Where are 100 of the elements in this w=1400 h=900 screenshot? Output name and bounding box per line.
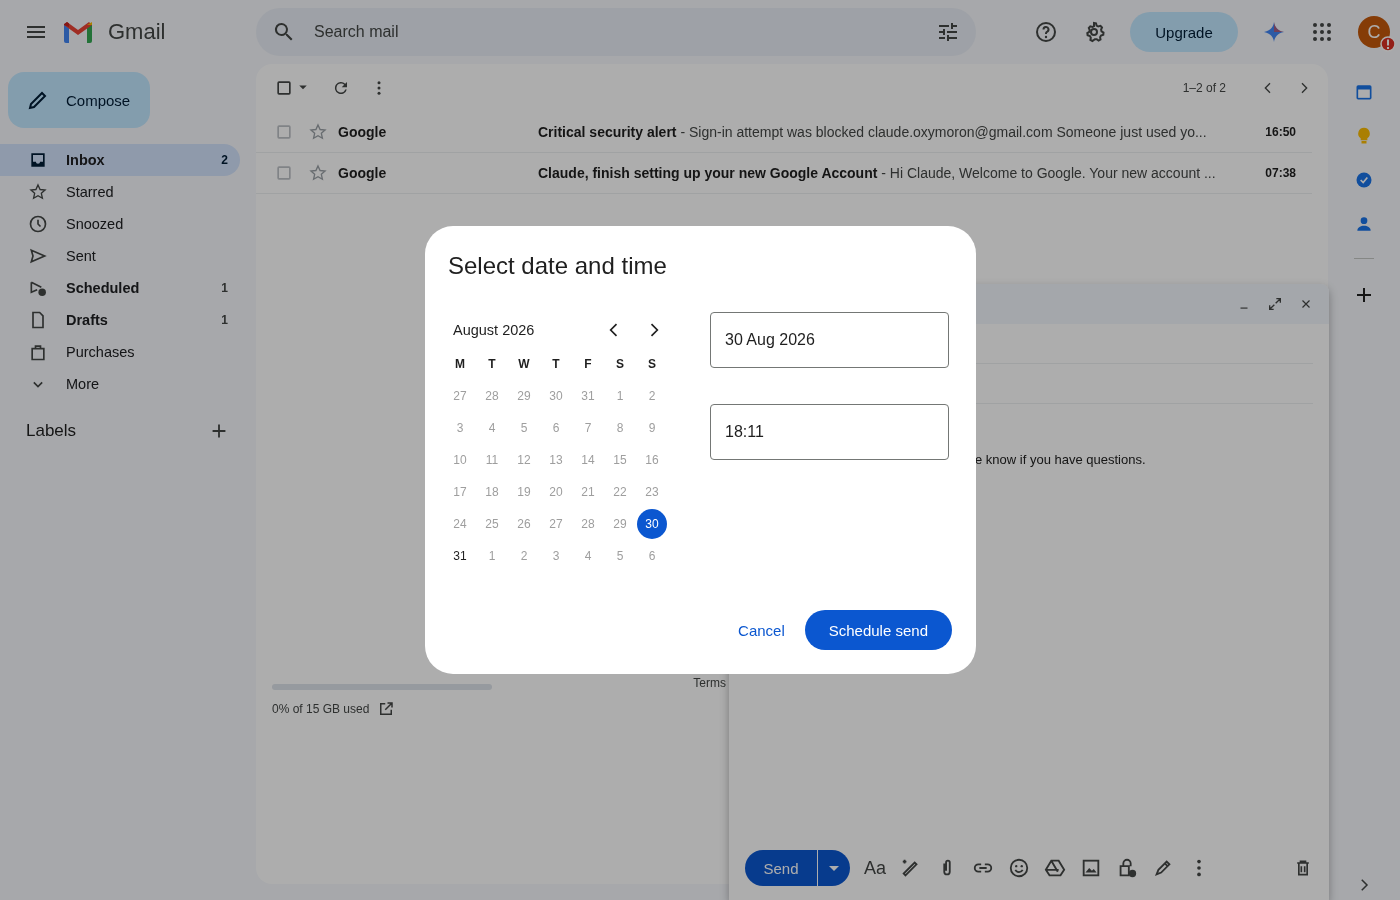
calendar-day[interactable]: 30	[541, 381, 571, 411]
email-subject-snippet: Claude, finish setting up your new Google Account - Hi Claude, Welcome to Google. Your new account ...	[538, 165, 1217, 181]
sidebar-item[interactable]: More	[0, 368, 240, 400]
help-icon[interactable]	[1034, 20, 1058, 44]
upgrade-button[interactable]: Upgrade	[1130, 12, 1238, 52]
unread-count: 1	[221, 313, 228, 327]
sidebar-item[interactable]: Sent	[0, 240, 240, 272]
select-checkbox-icon[interactable]	[274, 78, 294, 98]
page-range: 1–2 of 2	[1182, 81, 1226, 95]
email-row[interactable]: Google Claude, finish setting up your new Google Account - Hi Claude, Welcome to Google. Your new account ... 07:38	[256, 153, 1312, 194]
calendar-day[interactable]: 13	[541, 445, 571, 475]
calendar-day[interactable]: 2	[509, 541, 539, 571]
sidebar-item[interactable]: Snoozed	[0, 208, 240, 240]
inbox-icon	[28, 150, 48, 170]
calendar-day[interactable]: 31	[445, 541, 475, 571]
calendar-day[interactable]: 6	[541, 413, 571, 443]
smiley-icon[interactable]	[1008, 857, 1031, 879]
calendar-day[interactable]: 4	[477, 413, 507, 443]
calendar-day[interactable]: 17	[445, 477, 475, 507]
email-sender: Google	[338, 124, 388, 140]
compose-button[interactable]: Compose	[8, 72, 150, 128]
calendar-icon[interactable]	[1354, 82, 1374, 102]
calendar-day[interactable]: 19	[509, 477, 539, 507]
month-label: August 2026	[453, 322, 536, 338]
sidebar-item[interactable]: Starred	[0, 176, 240, 208]
app-name: Gmail	[108, 19, 166, 45]
sidebar-item[interactable]: Scheduled 1	[0, 272, 240, 304]
calendar-day[interactable]: 11	[477, 445, 507, 475]
calendar-day[interactable]: 23	[637, 477, 667, 507]
email-sender: Google	[338, 165, 388, 181]
calendar-day[interactable]: 15	[605, 445, 635, 475]
calendar-day[interactable]: 28	[573, 509, 603, 539]
sidebar-item[interactable]: Drafts 1	[0, 304, 240, 336]
calendar-day[interactable]: 28	[477, 381, 507, 411]
email-time: 16:50	[1264, 125, 1297, 139]
calendar-day[interactable]: 5	[509, 413, 539, 443]
calendar-day[interactable]: 3	[541, 541, 571, 571]
apps-grid-icon[interactable]	[1310, 20, 1334, 44]
calendar-day[interactable]: 27	[445, 381, 475, 411]
calendar-day[interactable]: 7	[573, 413, 603, 443]
tasks-icon[interactable]	[1354, 170, 1374, 190]
calendar-day[interactable]: 22	[605, 477, 635, 507]
calendar-day[interactable]: 27	[541, 509, 571, 539]
caret-icon	[829, 865, 839, 871]
calendar-day[interactable]: 31	[573, 381, 603, 411]
star-icon[interactable]	[308, 122, 328, 142]
send-button[interactable]: Send	[745, 850, 817, 886]
checkbox-icon[interactable]	[274, 163, 294, 183]
calendar-day[interactable]: 29	[605, 509, 635, 539]
calendar-day[interactable]: 9	[637, 413, 667, 443]
calendar-day[interactable]: 18	[477, 477, 507, 507]
account-avatar[interactable]: C	[1358, 16, 1390, 48]
send-icon	[28, 246, 48, 266]
calendar-day[interactable]: 1	[605, 381, 635, 411]
email-row[interactable]: Google Critical security alert - Sign-in attempt was blocked claude.oxymoron@gmail.com Someone just used yo... 16:50	[256, 112, 1312, 153]
calendar-day[interactable]: 10	[445, 445, 475, 475]
calendar-day[interactable]: 25	[477, 509, 507, 539]
calendar-day[interactable]: 6	[637, 541, 667, 571]
formatting-button[interactable]: Aa	[864, 857, 887, 879]
calendar-day[interactable]: 26	[509, 509, 539, 539]
send-options-button[interactable]	[818, 850, 850, 886]
cancel-button[interactable]: Cancel	[738, 611, 785, 649]
external-link-icon[interactable]	[377, 700, 396, 718]
date-field[interactable]: 30 Aug 2026	[710, 312, 949, 368]
calendar-day[interactable]: 3	[445, 413, 475, 443]
checkbox-icon[interactable]	[274, 122, 294, 142]
calendar-day[interactable]: 2	[637, 381, 667, 411]
calendar-day[interactable]: 24	[445, 509, 475, 539]
expand-icon[interactable]	[1267, 296, 1283, 312]
refresh-icon[interactable]	[332, 79, 350, 97]
calendar-day[interactable]: 21	[573, 477, 603, 507]
weekday-label: T	[551, 356, 561, 373]
weekday-label: S	[647, 356, 657, 373]
search-bar[interactable]: Search mail	[256, 8, 976, 56]
calendar-day[interactable]: 12	[509, 445, 539, 475]
calendar-day[interactable]: 5	[605, 541, 635, 571]
calendar-day[interactable]: 20	[541, 477, 571, 507]
terms-link[interactable]: Terms	[693, 674, 726, 690]
schedule-send-button[interactable]: Schedule send	[804, 610, 952, 650]
calendar-day[interactable]: 4	[573, 541, 603, 571]
unread-count: 2	[221, 153, 228, 167]
calendar-day[interactable]: 8	[605, 413, 635, 443]
calendar-day[interactable]: 29	[509, 381, 539, 411]
sidebar-item-label: Scheduled	[66, 280, 141, 296]
sidebar-item[interactable]: Purchases	[0, 336, 240, 368]
sidebar-item[interactable]: Inbox 2	[0, 144, 240, 176]
calendar-day[interactable]: 14	[573, 445, 603, 475]
dialog-title: Select date and time	[448, 252, 668, 280]
contacts-icon[interactable]	[1354, 214, 1374, 234]
time-field[interactable]: 18:11	[710, 404, 949, 460]
filter-options-icon[interactable]	[936, 20, 960, 44]
calendar-day[interactable]: 30	[637, 509, 667, 539]
calendar-day[interactable]: 1	[477, 541, 507, 571]
unread-count: 1	[221, 281, 228, 295]
triangle-drive-icon[interactable]	[1044, 857, 1067, 879]
search-field[interactable]: Search mail	[312, 22, 920, 42]
clock-icon	[28, 214, 48, 234]
calendar-day[interactable]: 16	[637, 445, 667, 475]
sidebar-item-label: Starred	[66, 184, 115, 200]
star-icon[interactable]	[308, 163, 328, 183]
